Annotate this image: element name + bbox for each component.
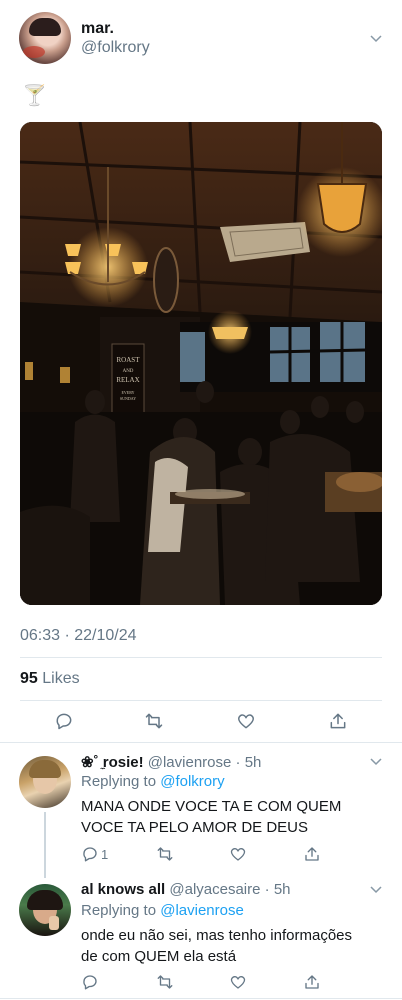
sign-line-5: SUNDAY <box>120 396 136 401</box>
replying-to-handle[interactable]: @lavienrose <box>160 902 244 919</box>
share-icon[interactable] <box>303 845 321 863</box>
retweet-icon[interactable] <box>156 973 174 991</box>
sign-line-4: EVERY <box>121 390 134 395</box>
like-icon[interactable] <box>229 973 247 991</box>
reply-text-line-2: VOCE TA PELO AMOR DE DEUS <box>81 819 309 836</box>
likes-count: 95 <box>20 670 38 687</box>
sign-line-1: ROAST <box>117 356 141 364</box>
share-icon[interactable] <box>303 973 321 991</box>
replying-to: Replying to @folkrory <box>81 773 225 790</box>
likes-label: Likes <box>42 670 80 687</box>
replying-to: Replying to @lavienrose <box>81 902 244 919</box>
reply-text-line-2: de com QUEM ela está <box>81 948 237 965</box>
display-name[interactable]: ❀˚ ̼rosie! <box>81 754 144 771</box>
likes-stat[interactable]: 95 Likes <box>20 670 80 688</box>
tweet-photo[interactable]: ROAST AND RELAX EVERY SUNDAY <box>20 122 382 605</box>
retweet-icon[interactable] <box>144 711 164 731</box>
handle[interactable]: @lavienrose <box>148 754 232 771</box>
sign-line-2: AND <box>123 369 134 374</box>
reply-header: al knows all @alyacesaire · 5h <box>81 881 291 898</box>
sign-line-3: RELAX <box>116 376 139 384</box>
like-icon[interactable] <box>229 845 247 863</box>
tweet-text: 🍸 <box>22 85 47 107</box>
replying-to-label: Replying to <box>81 902 157 919</box>
reply-icon[interactable] <box>81 973 99 991</box>
divider <box>20 657 382 658</box>
reply-icon[interactable] <box>81 845 99 863</box>
reply-age: · 5h <box>235 754 262 771</box>
replying-to-handle[interactable]: @folkrory <box>160 773 224 790</box>
reply-count: 1 <box>101 847 109 862</box>
chevron-down-icon[interactable] <box>368 881 384 897</box>
display-name[interactable]: mar. <box>81 20 114 38</box>
replying-to-label: Replying to <box>81 773 157 790</box>
retweet-icon[interactable] <box>156 845 174 863</box>
handle[interactable]: @alyacesaire <box>169 881 260 898</box>
chevron-down-icon[interactable] <box>368 30 384 46</box>
reply-age: · 5h <box>264 881 291 898</box>
pub-interior-image: ROAST AND RELAX EVERY SUNDAY <box>20 122 382 605</box>
reply-thread-line <box>44 812 46 878</box>
share-icon[interactable] <box>328 711 348 731</box>
divider <box>0 742 402 743</box>
display-name[interactable]: al knows all <box>81 881 165 898</box>
reply-header: ❀˚ ̼rosie! @lavienrose · 5h <box>81 753 261 771</box>
reply-text-line-1: MANA ONDE VOCE TA E COM QUEM <box>81 798 342 815</box>
like-icon[interactable] <box>236 711 256 731</box>
divider <box>20 700 382 701</box>
avatar[interactable] <box>19 884 71 936</box>
avatar[interactable] <box>19 756 71 808</box>
reply-text-line-1: onde eu não sei, mas tenho informações <box>81 927 353 944</box>
chevron-down-icon[interactable] <box>368 753 384 769</box>
tweet-timestamp[interactable]: 06:33 · 22/10/24 <box>20 627 137 645</box>
divider <box>0 998 402 999</box>
reply-icon[interactable] <box>54 711 74 731</box>
handle[interactable]: @folkrory <box>81 39 150 57</box>
avatar[interactable] <box>19 12 71 64</box>
